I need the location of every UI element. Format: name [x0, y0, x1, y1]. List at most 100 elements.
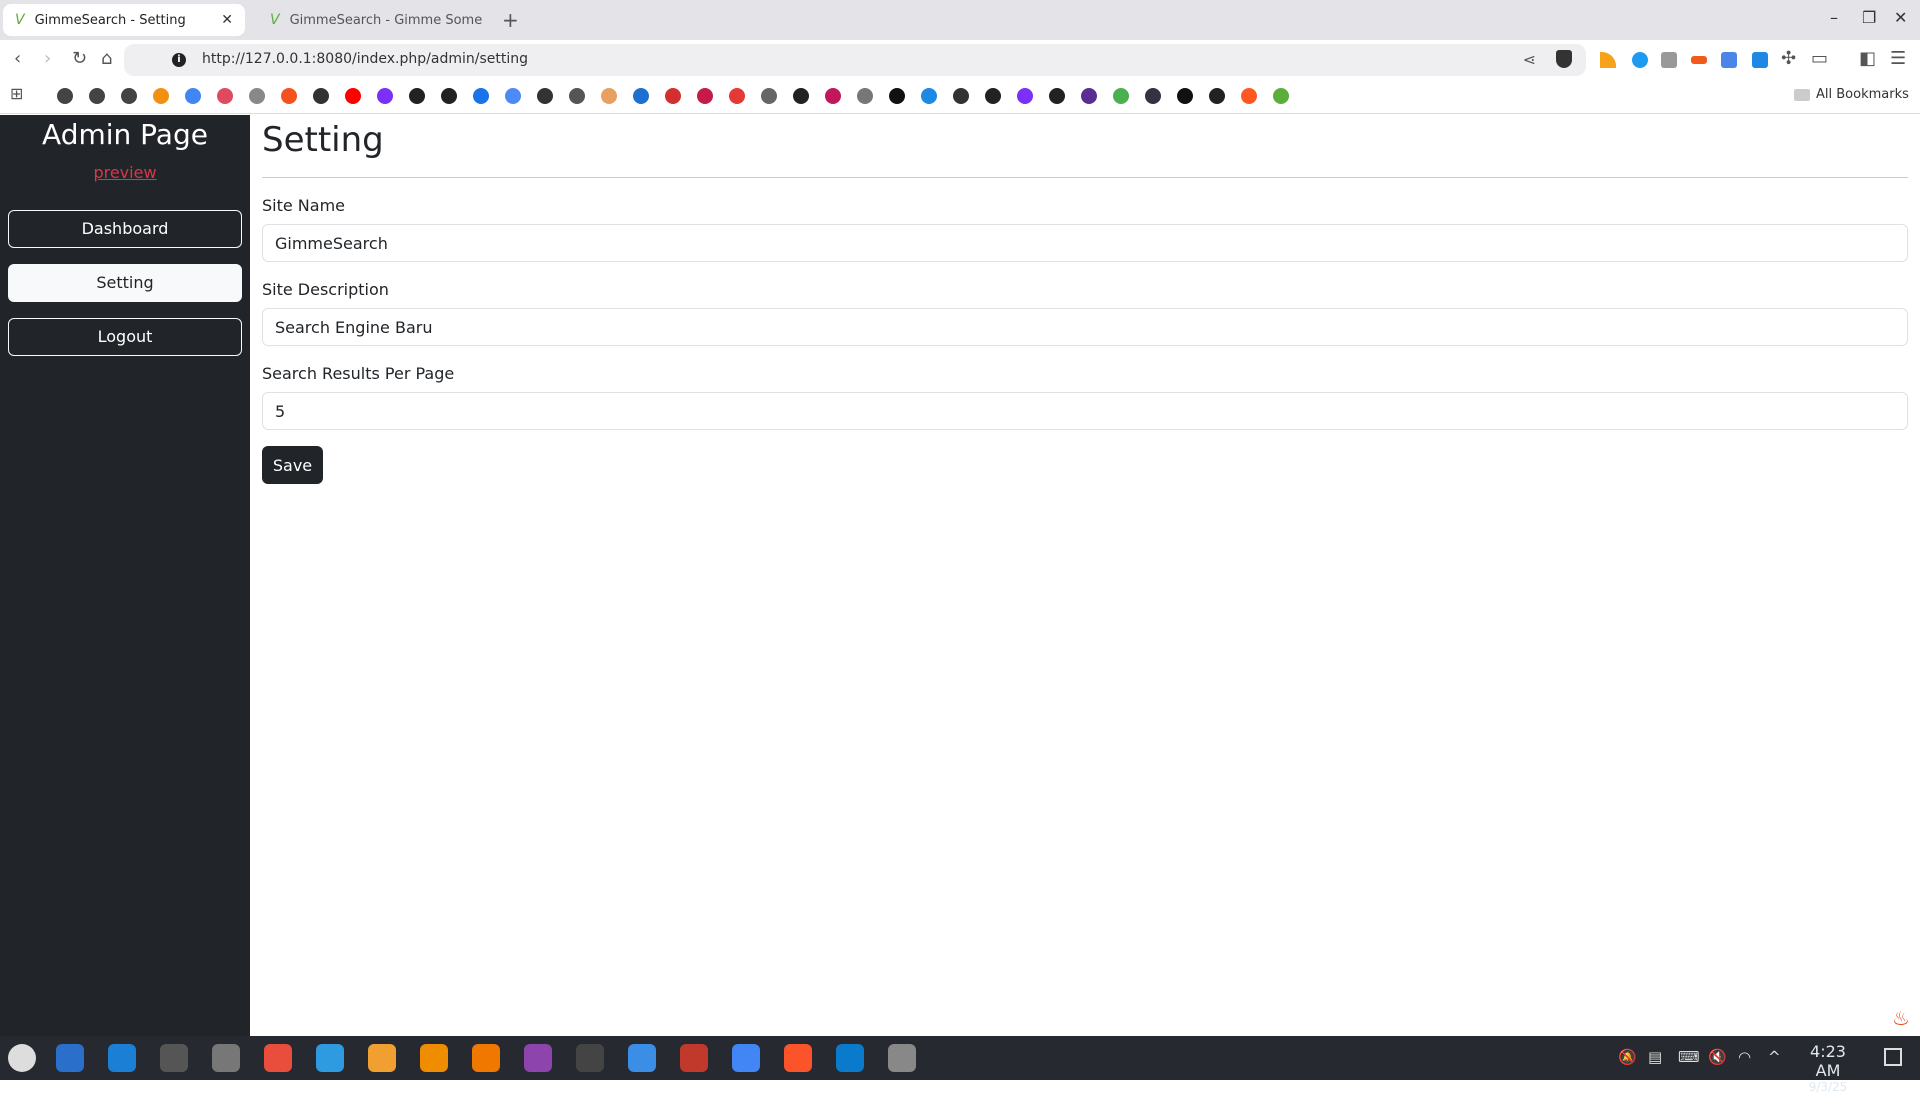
- home-icon[interactable]: ⌂: [101, 48, 112, 69]
- bookmark-favicon-icon[interactable]: [1273, 88, 1289, 104]
- bookmark-favicon-icon[interactable]: [409, 88, 425, 104]
- volume-muted-icon[interactable]: 🔇: [1708, 1048, 1727, 1066]
- bookmark-favicon-icon[interactable]: [633, 88, 649, 104]
- bookmark-favicon-icon[interactable]: [1177, 88, 1193, 104]
- bookmark-favicon-icon[interactable]: [953, 88, 969, 104]
- bookmark-favicon-icon[interactable]: [1209, 88, 1225, 104]
- bookmark-favicon-icon[interactable]: [1081, 88, 1097, 104]
- url-text[interactable]: http://127.0.0.1:8080/index.php/admin/se…: [202, 51, 528, 67]
- close-tab-icon[interactable]: ✕: [221, 12, 233, 28]
- bookmark-favicon-icon[interactable]: [345, 88, 361, 104]
- address-bar[interactable]: i http://127.0.0.1:8080/index.php/admin/…: [124, 44, 1586, 76]
- taskbar-app-icon[interactable]: [524, 1044, 552, 1072]
- site-name-input[interactable]: [262, 224, 1908, 262]
- taskbar-app-icon[interactable]: [212, 1044, 240, 1072]
- bookmark-favicon-icon[interactable]: [1113, 88, 1129, 104]
- taskbar-app-icon[interactable]: [160, 1044, 188, 1072]
- bookmark-favicon-icon[interactable]: [185, 88, 201, 104]
- minimize-icon[interactable]: –: [1830, 8, 1838, 27]
- show-desktop-icon[interactable]: [1884, 1048, 1902, 1066]
- bookmark-favicon-icon[interactable]: [505, 88, 521, 104]
- new-tab-icon[interactable]: +: [502, 8, 519, 32]
- clock[interactable]: 4:23 AM 9/3/25: [1796, 1042, 1860, 1094]
- start-menu-icon[interactable]: [8, 1044, 36, 1072]
- forward-icon[interactable]: ›: [44, 48, 51, 69]
- sidebar-item-logout[interactable]: Logout: [8, 318, 242, 356]
- bookmark-favicon-icon[interactable]: [89, 88, 105, 104]
- results-per-page-input[interactable]: [262, 392, 1908, 430]
- tray-expand-icon[interactable]: ^: [1768, 1048, 1781, 1066]
- sidebar-toggle-icon[interactable]: ◧: [1859, 48, 1876, 69]
- all-bookmarks-button[interactable]: All Bookmarks: [1794, 87, 1909, 102]
- save-button[interactable]: Save: [262, 446, 323, 484]
- bookmark-favicon-icon[interactable]: [921, 88, 937, 104]
- bookmark-favicon-icon[interactable]: [729, 88, 745, 104]
- bookmark-favicon-icon[interactable]: [665, 88, 681, 104]
- bookmark-favicon-icon[interactable]: [601, 88, 617, 104]
- bookmark-favicon-icon[interactable]: [1241, 88, 1257, 104]
- clipboard-icon[interactable]: ▤: [1648, 1048, 1662, 1066]
- bookmark-favicon-icon[interactable]: [1017, 88, 1033, 104]
- menu-icon[interactable]: ☰: [1890, 48, 1906, 69]
- bookmark-favicon-icon[interactable]: [121, 88, 137, 104]
- translate-extension-icon[interactable]: [1721, 52, 1737, 68]
- taskbar-app-icon[interactable]: [576, 1044, 604, 1072]
- flame-icon[interactable]: ♨: [1882, 1000, 1920, 1036]
- back-icon[interactable]: ‹: [14, 48, 21, 69]
- sidebar-item-setting[interactable]: Setting: [8, 264, 242, 302]
- bookmark-favicon-icon[interactable]: [1145, 88, 1161, 104]
- sidebar-item-dashboard[interactable]: Dashboard: [8, 210, 242, 248]
- taskbar-app-icon[interactable]: [264, 1044, 292, 1072]
- bookmark-favicon-icon[interactable]: [825, 88, 841, 104]
- bookmark-favicon-icon[interactable]: [889, 88, 905, 104]
- taskbar-app-icon[interactable]: [732, 1044, 760, 1072]
- tab-home[interactable]: V GimmeSearch - Gimme Somethi: [258, 4, 494, 36]
- taskbar-app-icon[interactable]: [472, 1044, 500, 1072]
- bookmark-favicon-icon[interactable]: [1049, 88, 1065, 104]
- site-info-icon[interactable]: i: [172, 53, 186, 67]
- close-window-icon[interactable]: ✕: [1894, 8, 1907, 27]
- bookmark-favicon-icon[interactable]: [697, 88, 713, 104]
- bookmark-favicon-icon[interactable]: [569, 88, 585, 104]
- taskbar-app-icon[interactable]: [108, 1044, 136, 1072]
- reload-icon[interactable]: ↻: [72, 48, 87, 69]
- taskbar-app-icon[interactable]: [316, 1044, 344, 1072]
- bookmark-favicon-icon[interactable]: [473, 88, 489, 104]
- restore-icon[interactable]: ❐: [1862, 8, 1876, 27]
- taskbar-app-icon[interactable]: [784, 1044, 812, 1072]
- taskbar-app-icon[interactable]: [420, 1044, 448, 1072]
- taskbar-app-icon[interactable]: [680, 1044, 708, 1072]
- preview-link[interactable]: preview: [0, 163, 250, 182]
- bookmark-favicon-icon[interactable]: [153, 88, 169, 104]
- bookmark-favicon-icon[interactable]: [985, 88, 1001, 104]
- rss-extension-icon[interactable]: [1600, 52, 1616, 68]
- tab-setting[interactable]: V GimmeSearch - Setting ✕: [3, 4, 245, 36]
- wifi-icon[interactable]: ◠: [1738, 1048, 1751, 1066]
- notifications-muted-icon[interactable]: 🔕: [1618, 1048, 1637, 1066]
- extensions-puzzle-icon[interactable]: ✣: [1781, 48, 1796, 69]
- tab-search-icon[interactable]: ▭: [1811, 48, 1828, 69]
- taskbar-app-icon[interactable]: [368, 1044, 396, 1072]
- bookmark-favicon-icon[interactable]: [857, 88, 873, 104]
- brave-shields-icon[interactable]: [1556, 50, 1572, 68]
- camera-extension-icon[interactable]: [1661, 52, 1677, 68]
- apps-grid-icon[interactable]: ⊞: [10, 84, 23, 103]
- mk-extension-icon[interactable]: [1752, 52, 1768, 68]
- taskbar-app-icon[interactable]: [836, 1044, 864, 1072]
- xml-extension-icon[interactable]: [1691, 56, 1707, 64]
- bookmark-favicon-icon[interactable]: [761, 88, 777, 104]
- keyboard-icon[interactable]: ⌨: [1678, 1048, 1700, 1066]
- bookmark-favicon-icon[interactable]: [441, 88, 457, 104]
- site-description-input[interactable]: [262, 308, 1908, 346]
- taskbar-app-icon[interactable]: [56, 1044, 84, 1072]
- bookmark-favicon-icon[interactable]: [281, 88, 297, 104]
- bookmark-favicon-icon[interactable]: [57, 88, 73, 104]
- taskbar-app-icon[interactable]: [628, 1044, 656, 1072]
- bookmark-favicon-icon[interactable]: [377, 88, 393, 104]
- taskbar-app-icon[interactable]: [888, 1044, 916, 1072]
- share-icon[interactable]: ⋖: [1523, 50, 1536, 69]
- bookmark-favicon-icon[interactable]: [793, 88, 809, 104]
- bookmark-favicon-icon[interactable]: [217, 88, 233, 104]
- bookmark-favicon-icon[interactable]: [537, 88, 553, 104]
- bookmark-favicon-icon[interactable]: [249, 88, 265, 104]
